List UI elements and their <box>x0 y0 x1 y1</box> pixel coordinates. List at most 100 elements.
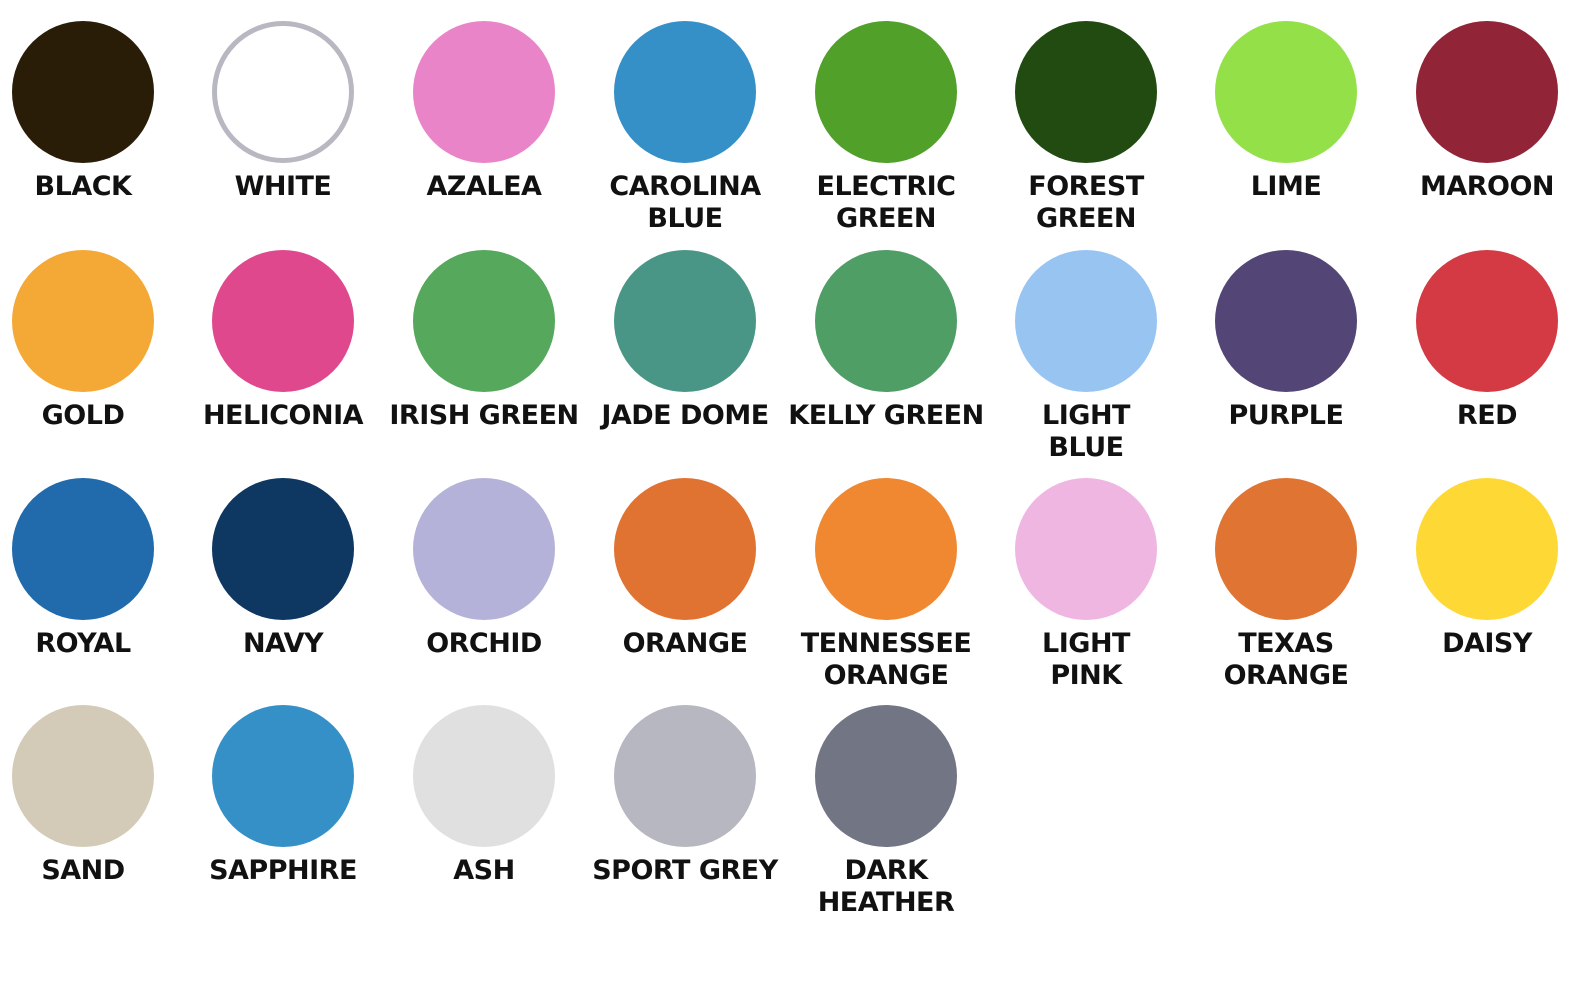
color-name-line: JADE DOME <box>601 400 769 431</box>
swatch-sapphire[interactable]: SAPPHIRE <box>183 705 383 935</box>
color-name-line: MAROON <box>1419 171 1555 202</box>
swatch-sand[interactable]: SAND <box>0 705 183 935</box>
color-name: SPORT GREY <box>585 855 785 887</box>
swatch-forest-green[interactable]: FOREST GREEN <box>986 21 1186 251</box>
swatch-purple[interactable]: PURPLE <box>1186 250 1386 480</box>
swatch-black[interactable]: BLACK <box>0 21 183 251</box>
color-name-line: KELLY GREEN <box>788 400 984 431</box>
color-name-line: DAISY <box>1442 628 1532 659</box>
color-name: KELLY GREEN <box>786 400 986 432</box>
swatch-light-pink[interactable]: LIGHT PINK <box>986 478 1186 708</box>
color-name-line: ORANGE <box>622 628 748 659</box>
swatch-tennessee-orange[interactable]: TENNESSEE ORANGE <box>786 478 986 708</box>
color-name: PURPLE <box>1186 400 1386 432</box>
color-name-line: BLUE <box>647 203 723 234</box>
color-dot <box>1015 250 1157 392</box>
color-dot <box>413 250 555 392</box>
color-name: BLACK <box>0 171 183 203</box>
color-swatch-grid: BLACK WHITE AZALEA CAROLINA BLUE ELECTRIC GREE… <box>0 0 1588 991</box>
color-name-line: ORANGE <box>823 660 949 691</box>
color-name: JADE DOME <box>585 400 785 432</box>
color-name: IRISH GREEN <box>384 400 584 432</box>
color-name: SAPPHIRE <box>183 855 383 887</box>
color-name-line: GREEN <box>836 203 936 234</box>
color-name: NAVY <box>183 628 383 660</box>
color-name: AZALEA <box>384 171 584 203</box>
swatch-daisy[interactable]: DAISY <box>1387 478 1587 708</box>
color-dot <box>12 250 154 392</box>
color-dot <box>1215 250 1357 392</box>
color-dot <box>12 705 154 847</box>
color-dot <box>1416 478 1558 620</box>
swatch-azalea[interactable]: AZALEA <box>384 21 584 251</box>
color-name-line: ROYAL <box>35 628 131 659</box>
color-name-line: AZALEA <box>426 171 542 202</box>
swatch-red[interactable]: RED <box>1387 250 1587 480</box>
color-dot <box>413 21 555 163</box>
swatch-texas-orange[interactable]: TEXAS ORANGE <box>1186 478 1386 708</box>
swatch-maroon[interactable]: MAROON <box>1387 21 1587 251</box>
color-name: HELICONIA <box>183 400 383 432</box>
color-name-line: LIGHT <box>1042 628 1130 659</box>
color-name-line: SPORT GREY <box>592 855 778 886</box>
color-dot <box>1215 21 1357 163</box>
color-dot <box>212 478 354 620</box>
color-name-line: PURPLE <box>1228 400 1344 431</box>
color-name: ELECTRIC GREEN <box>786 171 986 235</box>
swatch-royal[interactable]: ROYAL <box>0 478 183 708</box>
swatch-gold[interactable]: GOLD <box>0 250 183 480</box>
swatch-orchid[interactable]: ORCHID <box>384 478 584 708</box>
swatch-light-blue[interactable]: LIGHT BLUE <box>986 250 1186 480</box>
color-name-line: WHITE <box>234 171 332 202</box>
color-name: CAROLINA BLUE <box>585 171 785 235</box>
swatch-kelly-green[interactable]: KELLY GREEN <box>786 250 986 480</box>
color-name: SAND <box>0 855 183 887</box>
swatch-irish-green[interactable]: IRISH GREEN <box>384 250 584 480</box>
color-dot <box>12 478 154 620</box>
color-name-line: CAROLINA <box>609 171 761 202</box>
color-name-line: ELECTRIC <box>816 171 956 202</box>
swatch-jade-dome[interactable]: JADE DOME <box>585 250 785 480</box>
color-name: LIGHT PINK <box>986 628 1186 692</box>
swatch-ash[interactable]: ASH <box>384 705 584 935</box>
swatch-lime[interactable]: LIME <box>1186 21 1386 251</box>
color-name-line: HEATHER <box>817 887 955 918</box>
color-name-line: BLACK <box>34 171 132 202</box>
color-dot <box>413 705 555 847</box>
color-dot <box>815 478 957 620</box>
color-name-line: SAPPHIRE <box>209 855 357 886</box>
color-dot <box>614 21 756 163</box>
color-dot <box>614 705 756 847</box>
color-name: WHITE <box>183 171 383 203</box>
color-name: ROYAL <box>0 628 183 660</box>
color-name: DARK HEATHER <box>786 855 986 919</box>
color-name: LIGHT BLUE <box>986 400 1186 464</box>
color-name-line: NAVY <box>242 628 324 659</box>
color-name-line: RED <box>1456 400 1518 431</box>
swatch-dark-heather[interactable]: DARK HEATHER <box>786 705 986 935</box>
color-dot <box>212 21 354 163</box>
color-name-line: ORANGE <box>1223 660 1349 691</box>
color-dot <box>1416 250 1558 392</box>
color-dot <box>413 478 555 620</box>
color-name: TEXAS ORANGE <box>1186 628 1386 692</box>
color-dot <box>212 250 354 392</box>
swatch-electric-green[interactable]: ELECTRIC GREEN <box>786 21 986 251</box>
color-name-line: HELICONIA <box>202 400 364 431</box>
color-name-line: IRISH GREEN <box>389 400 579 431</box>
color-name: FOREST GREEN <box>986 171 1186 235</box>
color-name-line: TENNESSEE <box>800 628 972 659</box>
color-name-line: SAND <box>41 855 125 886</box>
swatch-heliconia[interactable]: HELICONIA <box>183 250 383 480</box>
color-dot <box>815 705 957 847</box>
swatch-sport-grey[interactable]: SPORT GREY <box>585 705 785 935</box>
swatch-orange[interactable]: ORANGE <box>585 478 785 708</box>
swatch-navy[interactable]: NAVY <box>183 478 383 708</box>
color-name-line: GREEN <box>1036 203 1136 234</box>
color-dot <box>212 705 354 847</box>
color-name: ASH <box>384 855 584 887</box>
color-dot <box>1215 478 1357 620</box>
swatch-carolina-blue[interactable]: CAROLINA BLUE <box>585 21 785 251</box>
color-name-line: ASH <box>453 855 515 886</box>
swatch-white[interactable]: WHITE <box>183 21 383 251</box>
